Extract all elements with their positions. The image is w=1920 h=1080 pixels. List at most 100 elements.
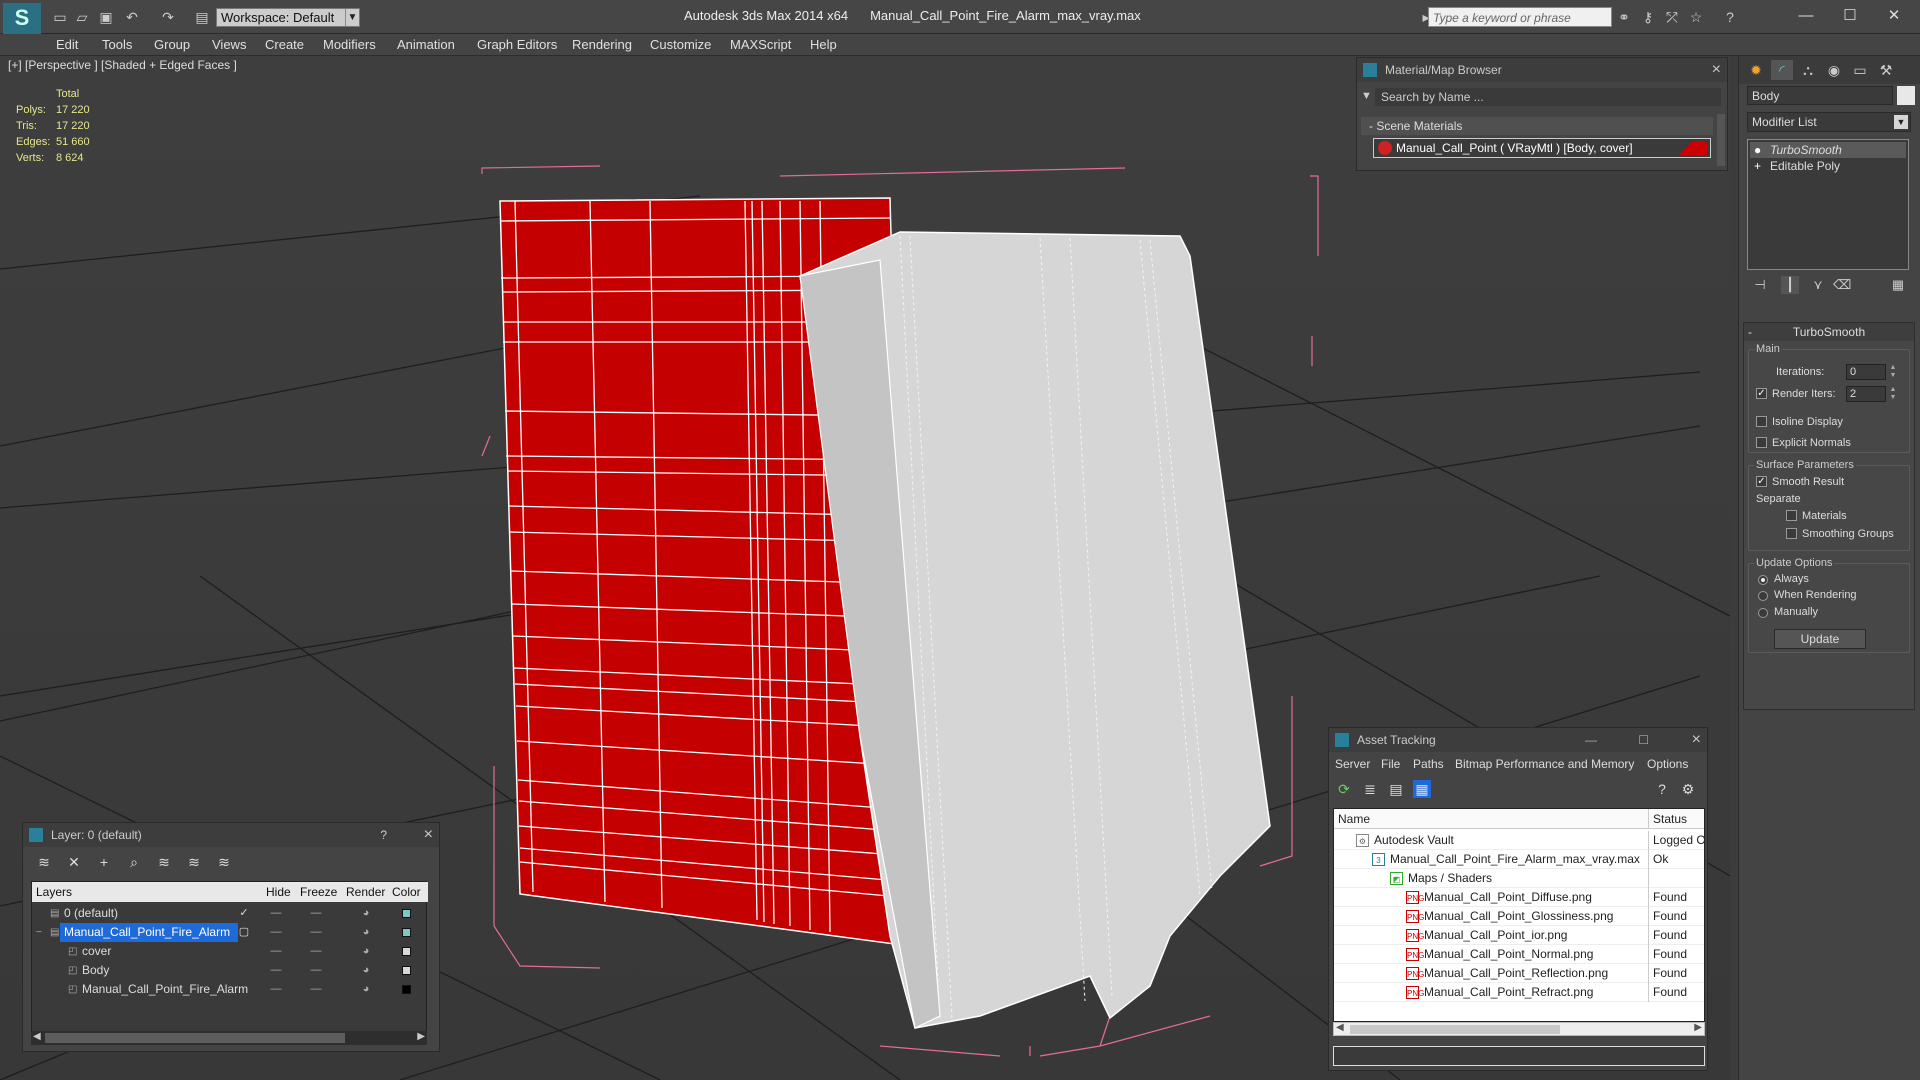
select-objects-icon[interactable]: ⌕: [125, 853, 143, 871]
settings-icon[interactable]: ⚙: [1679, 780, 1697, 798]
help-icon[interactable]: ?: [380, 823, 387, 847]
menu-views[interactable]: Views: [212, 37, 246, 52]
spinner-arrows-icon[interactable]: ▲ ▼: [1888, 364, 1898, 380]
scroll-right-icon[interactable]: ▶: [417, 1031, 425, 1042]
asset-row[interactable]: PNG Manual_Call_Point_Normal.png Found: [1334, 945, 1704, 964]
col-freeze[interactable]: Freeze: [300, 882, 337, 902]
layer-row[interactable]: ◰ cover — — ◕: [32, 942, 428, 961]
new-layer-icon[interactable]: ≋: [35, 853, 53, 871]
make-unique-icon[interactable]: ⋎: [1809, 276, 1827, 294]
object-color-swatch[interactable]: [1897, 86, 1915, 105]
help-icon[interactable]: ?: [1722, 9, 1738, 25]
asset-row[interactable]: PNG Manual_Call_Point_Reflection.png Fou…: [1334, 964, 1704, 983]
redo-icon[interactable]: ↷: [160, 9, 176, 25]
menu-help[interactable]: Help: [810, 37, 837, 52]
help-icon[interactable]: ?: [1653, 780, 1671, 798]
material-search-input[interactable]: Search by Name ...: [1375, 88, 1721, 106]
material-item[interactable]: Manual_Call_Point ( VRayMtl ) [Body, cov…: [1373, 138, 1711, 158]
menu-maxscript[interactable]: MAXScript: [730, 37, 791, 52]
menu-group[interactable]: Group: [154, 37, 190, 52]
asset-row[interactable]: PNG Manual_Call_Point_ior.png Found: [1334, 926, 1704, 945]
menu-customize[interactable]: Customize: [650, 37, 711, 52]
pin-stack-icon[interactable]: ⊣: [1751, 276, 1769, 294]
explicit-normals-checkbox[interactable]: [1756, 437, 1767, 448]
show-end-result-icon[interactable]: ┃: [1781, 276, 1799, 294]
layer-row[interactable]: ▤ 0 (default) ✓ — — ◕: [32, 904, 428, 923]
layer-color-swatch[interactable]: [402, 909, 411, 918]
menu-tools[interactable]: Tools: [102, 37, 132, 52]
close-icon[interactable]: ✕: [1874, 4, 1914, 28]
render-iters-checkbox[interactable]: ✓: [1756, 388, 1767, 399]
expand-plus-icon[interactable]: +: [1754, 158, 1761, 174]
iterations-spinner[interactable]: 0: [1846, 364, 1886, 380]
render-teapot-icon[interactable]: ◕: [360, 961, 372, 980]
scroll-thumb[interactable]: [45, 1033, 345, 1043]
separate-materials-checkbox[interactable]: [1786, 510, 1797, 521]
smooth-result-checkbox[interactable]: ✓: [1756, 476, 1767, 487]
maximize-icon[interactable]: ☐: [1830, 4, 1870, 28]
open-file-icon[interactable]: ▱: [74, 9, 90, 25]
new-file-icon[interactable]: ▭: [52, 9, 68, 25]
turbosmooth-rollout-header[interactable]: - TurboSmooth: [1744, 323, 1914, 341]
modify-tab-icon[interactable]: ◜: [1771, 60, 1793, 80]
asset-menu-bitmap[interactable]: Bitmap Performance and Memory: [1455, 757, 1634, 771]
active-layer-check-icon[interactable]: ✓: [238, 904, 250, 923]
asset-menu-file[interactable]: File: [1381, 757, 1400, 771]
modifier-list-dropdown[interactable]: Modifier List ▼: [1747, 112, 1911, 132]
asset-row[interactable]: ⚙ Autodesk Vault Logged Out: [1334, 831, 1704, 850]
material-browser-title[interactable]: Material/Map Browser ×: [1357, 58, 1727, 82]
minimize-icon[interactable]: —: [1585, 728, 1597, 752]
utilities-tab-icon[interactable]: ⚒: [1875, 60, 1897, 80]
create-tab-icon[interactable]: ✹: [1745, 60, 1767, 80]
object-name-field[interactable]: Body: [1747, 86, 1893, 105]
hide-toggle[interactable]: —: [270, 923, 282, 942]
key-icon[interactable]: ⚷: [1640, 9, 1656, 25]
render-iters-spinner[interactable]: 2: [1846, 386, 1886, 402]
add-to-layer-icon[interactable]: +: [95, 853, 113, 871]
update-manually-radio[interactable]: [1758, 608, 1768, 618]
asset-row[interactable]: PNG Manual_Call_Point_Glossiness.png Fou…: [1334, 907, 1704, 926]
menu-graph-editors[interactable]: Graph Editors: [477, 37, 557, 52]
refresh-icon[interactable]: ⟳: [1335, 780, 1353, 798]
asset-horizontal-scrollbar[interactable]: ◀ ▶: [1333, 1022, 1705, 1036]
remove-modifier-icon[interactable]: ⌫: [1833, 276, 1851, 294]
stack-item-turbosmooth[interactable]: ● TurboSmooth: [1750, 142, 1906, 158]
asset-menu-server[interactable]: Server: [1335, 757, 1370, 771]
freeze-toggle[interactable]: —: [310, 942, 322, 961]
render-teapot-icon[interactable]: ◕: [360, 980, 372, 999]
motion-tab-icon[interactable]: ◉: [1823, 60, 1845, 80]
render-teapot-icon[interactable]: ◕: [360, 923, 372, 942]
hide-toggle[interactable]: —: [270, 961, 282, 980]
asset-path-field[interactable]: [1333, 1046, 1705, 1066]
render-teapot-icon[interactable]: ◕: [360, 942, 372, 961]
exchange-icon[interactable]: ⤱: [1664, 9, 1680, 25]
freeze-toggle[interactable]: —: [310, 904, 322, 923]
menu-create[interactable]: Create: [265, 37, 304, 52]
app-logo-icon[interactable]: S: [3, 3, 41, 35]
spinner-arrows-icon[interactable]: ▲ ▼: [1888, 386, 1898, 402]
binoculars-icon[interactable]: ⚭: [1616, 9, 1632, 25]
asset-row[interactable]: PNG Manual_Call_Point_Diffuse.png Found: [1334, 888, 1704, 907]
hide-toggle[interactable]: —: [270, 904, 282, 923]
display-tab-icon[interactable]: ▭: [1849, 60, 1871, 80]
update-always-radio[interactable]: [1758, 575, 1768, 585]
close-icon[interactable]: ×: [1692, 728, 1701, 752]
layer-row[interactable]: ◰ Body — — ◕: [32, 961, 428, 980]
configure-sets-icon[interactable]: ▦: [1889, 276, 1907, 294]
scroll-thumb[interactable]: [1350, 1025, 1560, 1034]
material-browser-scrollbar[interactable]: [1717, 114, 1725, 166]
menu-edit[interactable]: Edit: [56, 37, 78, 52]
layer-color-swatch[interactable]: [402, 928, 411, 937]
render-teapot-icon[interactable]: ◕: [360, 904, 372, 923]
close-icon[interactable]: ×: [424, 823, 433, 847]
separate-smoothing-groups-checkbox[interactable]: [1786, 528, 1797, 539]
asset-row[interactable]: ◩ Maps / Shaders: [1334, 869, 1704, 888]
freeze-toggle[interactable]: —: [310, 961, 322, 980]
isoline-display-checkbox[interactable]: [1756, 416, 1767, 427]
menu-rendering[interactable]: Rendering: [572, 37, 632, 52]
asset-menu-options[interactable]: Options: [1647, 757, 1688, 771]
asset-row[interactable]: PNG Manual_Call_Point_Refract.png Found: [1334, 983, 1704, 1002]
collapse-minus-icon[interactable]: −: [36, 923, 42, 942]
layer-row[interactable]: ◰ Manual_Call_Point_Fire_Alarm — — ◕: [32, 980, 428, 999]
detail-view-icon[interactable]: ▤: [1387, 780, 1405, 798]
